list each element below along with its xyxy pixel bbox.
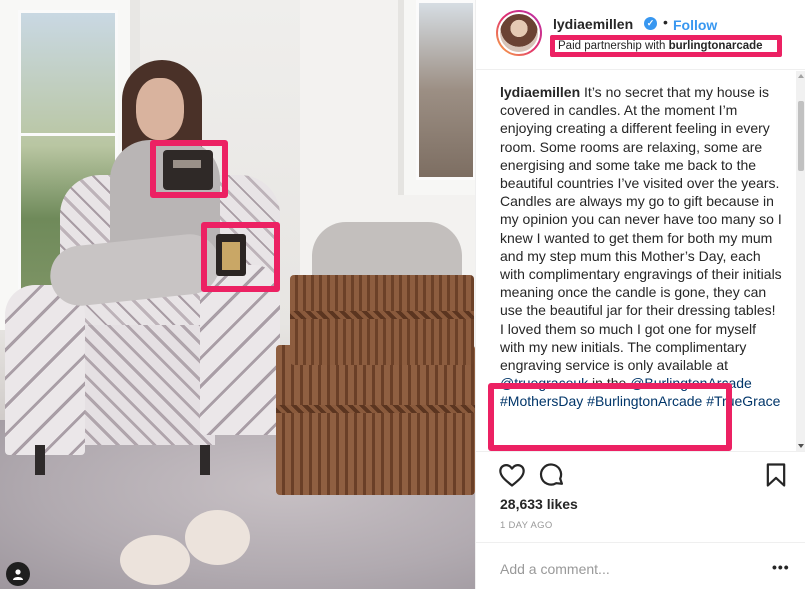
post-photo[interactable] — [0, 0, 475, 589]
wicker-basket-bottom — [276, 345, 475, 495]
bookmark-icon[interactable] — [762, 461, 790, 489]
separator-dot: • — [663, 14, 668, 30]
comment-input[interactable] — [500, 559, 760, 579]
follow-button[interactable]: Follow — [673, 17, 717, 33]
scroll-up-arrow-icon[interactable] — [798, 74, 804, 78]
post-header: lydiaemillen ✓ • Follow Paid partnership… — [476, 0, 805, 70]
user-tag-icon[interactable] — [6, 562, 30, 586]
highlight-box-caption-tags — [488, 383, 732, 451]
slipper — [185, 510, 250, 565]
more-options-button[interactable]: ••• — [772, 559, 790, 575]
post-caption: lydiaemillen It’s no secret that my hous… — [500, 83, 782, 411]
post-timestamp[interactable]: 1 DAY AGO — [500, 520, 553, 531]
slipper — [120, 535, 190, 585]
post-sidebar: lydiaemillen ✓ • Follow Paid partnership… — [475, 0, 805, 589]
caption-text: It’s no secret that my house is covered … — [500, 84, 782, 374]
caption-scrollbar[interactable] — [796, 71, 805, 451]
scrollbar-thumb[interactable] — [798, 101, 804, 171]
highlight-box-candle-arm — [201, 222, 280, 292]
comment-bar: ••• — [476, 542, 805, 589]
username-link[interactable]: lydiaemillen — [553, 16, 633, 32]
avatar[interactable] — [496, 10, 542, 56]
scroll-down-arrow-icon[interactable] — [798, 444, 804, 448]
highlight-box-candle-hand — [150, 140, 228, 198]
paid-partnership-label: Paid partnership with burlingtonarcade — [550, 35, 782, 57]
wicker-basket-top — [290, 275, 474, 365]
caption-author-link[interactable]: lydiaemillen — [500, 84, 580, 100]
likes-count[interactable]: 28,633 likes — [500, 496, 578, 512]
partner-link[interactable]: burlingtonarcade — [669, 40, 763, 52]
post-actions: 28,633 likes 1 DAY AGO ••• — [476, 451, 805, 589]
paid-partnership-prefix: Paid partnership with — [558, 40, 666, 52]
heart-icon[interactable] — [498, 461, 526, 489]
caption-scroll-area[interactable]: lydiaemillen It’s no secret that my hous… — [476, 71, 796, 451]
comment-bubble-icon[interactable] — [538, 461, 566, 489]
verified-badge-icon: ✓ — [644, 17, 657, 30]
window-right — [398, 0, 475, 195]
